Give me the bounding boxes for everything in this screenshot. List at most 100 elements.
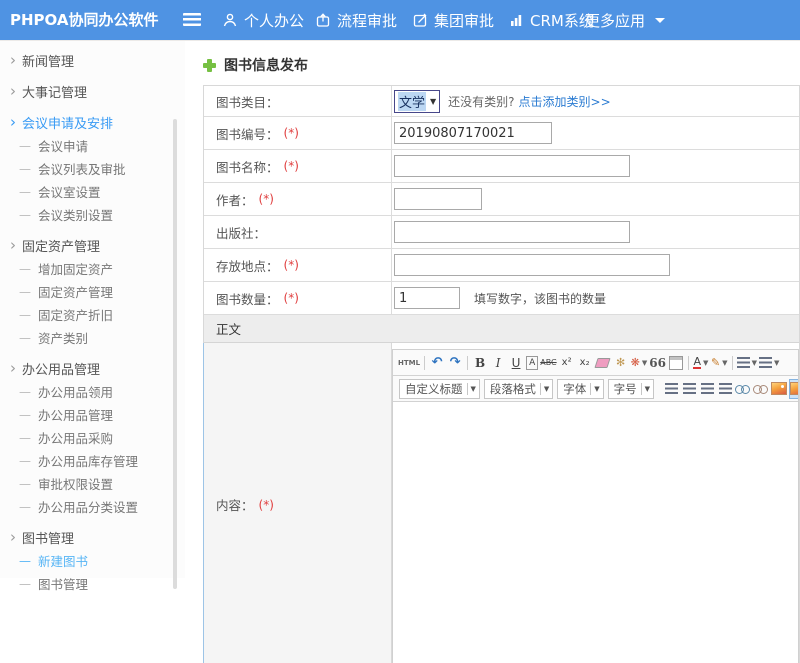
sidebar-item-meeting-apply[interactable]: 会议申请 [0, 134, 185, 157]
category-select[interactable]: 文学 ▼ [394, 90, 440, 113]
toolbar-separator [732, 356, 733, 370]
sidebar-item-supplies-manage[interactable]: 办公用品管理 [0, 403, 185, 426]
unordered-list-button[interactable]: ▼ [759, 354, 779, 372]
sidebar-item-supplies-category[interactable]: 办公用品分类设置 [0, 495, 185, 518]
sidebar-scrollbar[interactable] [173, 119, 177, 589]
sidebar-item-asset-manage[interactable]: 固定资产管理 [0, 280, 185, 303]
topmenu-workflow-approval[interactable]: 流程审批 [315, 0, 397, 40]
topmenu-crm[interactable]: CRM系统 [508, 0, 594, 40]
paste-button[interactable] [668, 354, 684, 372]
remove-link-button[interactable] [753, 380, 769, 398]
subscript-button[interactable]: x₂ [577, 354, 593, 372]
sidebar-item-supplies-inventory[interactable]: 办公用品库存管理 [0, 449, 185, 472]
dash-icon [19, 139, 31, 153]
blockquote-button[interactable]: 66 [649, 354, 666, 372]
add-category-link[interactable]: 点击添加类别>> [519, 93, 611, 110]
font-size-select[interactable]: 字号 ▼ [608, 379, 654, 399]
sidebar-item-asset-category[interactable]: 资产类别 [0, 326, 185, 349]
sidebar-group-books[interactable]: 图书管理 [0, 526, 185, 549]
paragraph-format-select[interactable]: 段落格式 ▼ [484, 379, 553, 399]
sidebar-item-meeting-category[interactable]: 会议类别设置 [0, 203, 185, 226]
align-right-button[interactable] [699, 380, 715, 398]
form-row-publisher: 出版社： [204, 216, 799, 249]
ordered-list-icon [737, 357, 750, 368]
sidebar-item-meeting-room[interactable]: 会议室设置 [0, 180, 185, 203]
bold-button[interactable]: B [472, 354, 488, 372]
insert-map-button[interactable] [789, 379, 798, 399]
custom-title-select[interactable]: 自定义标题 ▼ [399, 379, 480, 399]
align-left-button[interactable] [663, 380, 679, 398]
select-caret-icon: ▼ [430, 97, 436, 106]
align-justify-button[interactable] [717, 380, 733, 398]
auto-typeset-button[interactable]: ❋▼ [631, 354, 648, 372]
rich-text-editor: HTML ↶ ↷ B I U A ABC x² x₂ ✻ [392, 349, 799, 663]
superscript-button[interactable]: x² [559, 354, 575, 372]
sidebar-item-label: 办公用品采购 [38, 428, 113, 447]
undo-button[interactable]: ↶ [429, 354, 445, 372]
select-label: 字号 [614, 381, 637, 397]
sidebar-item-book-manage[interactable]: 图书管理 [0, 572, 185, 595]
quantity-input[interactable] [394, 287, 460, 309]
select-caret-icon: ▼ [641, 383, 653, 395]
font-border-button[interactable]: A [526, 356, 538, 370]
dash-icon [19, 185, 31, 199]
align-center-button[interactable] [681, 380, 697, 398]
sidebar-item-add-asset[interactable]: 增加固定资产 [0, 257, 185, 280]
sidebar-item-new-book[interactable]: 新建图书 [0, 549, 185, 572]
publisher-input[interactable] [394, 221, 630, 243]
insert-link-button[interactable] [735, 380, 751, 398]
category-selected-value: 文学 [398, 92, 426, 111]
font-family-select[interactable]: 字体 ▼ [557, 379, 603, 399]
user-icon [222, 12, 238, 28]
underline-button[interactable]: U [508, 354, 524, 372]
select-caret-icon: ▼ [540, 383, 552, 395]
category-hint: 还没有类别? [448, 93, 514, 110]
topmenu-more-apps[interactable]: 更多应用 [585, 0, 665, 40]
field-label: 图书数量： [216, 289, 279, 308]
insert-image-button[interactable] [771, 380, 787, 398]
format-clear-button[interactable]: ✻ [613, 354, 629, 372]
sidebar-group-meeting[interactable]: 会议申请及安排 [0, 111, 185, 134]
editor-toolbar-row1: HTML ↶ ↷ B I U A ABC x² x₂ ✻ [393, 350, 798, 376]
flow-icon [315, 12, 331, 28]
sidebar-item-meeting-list[interactable]: 会议列表及审批 [0, 157, 185, 180]
author-input[interactable] [394, 188, 482, 210]
required-mark: (*) [259, 498, 274, 512]
sidebar-group-label: 新闻管理 [22, 51, 74, 70]
topmenu-personal-office[interactable]: 个人办公 [222, 0, 304, 40]
image-icon [771, 382, 787, 395]
strikethrough-button[interactable]: ABC [540, 354, 556, 372]
field-label: 作者： [216, 190, 254, 209]
edit-icon [412, 12, 428, 28]
redo-button[interactable]: ↷ [447, 354, 463, 372]
section-title: 正文 [216, 319, 241, 338]
topmenu-group-approval[interactable]: 集团审批 [412, 0, 494, 40]
highlight-button[interactable]: ✎▼ [711, 354, 728, 372]
caret-down-icon: ▼ [774, 359, 779, 367]
sidebar-group-fixed-assets[interactable]: 固定资产管理 [0, 234, 185, 257]
required-mark: (*) [284, 258, 299, 272]
book-number-input[interactable] [394, 122, 552, 144]
sidebar-item-asset-depreciation[interactable]: 固定资产折旧 [0, 303, 185, 326]
eraser-button[interactable] [595, 354, 611, 372]
sidebar: 新闻管理 大事记管理 会议申请及安排 会议申请 会议列表及审批 会议室设置 会议… [0, 40, 185, 578]
sidebar-group-news[interactable]: 新闻管理 [0, 49, 185, 72]
select-caret-icon: ▼ [467, 383, 479, 395]
sidebar-item-supplies-purchase[interactable]: 办公用品采购 [0, 426, 185, 449]
font-color-button[interactable]: A▼ [693, 354, 709, 372]
location-input[interactable] [394, 254, 670, 276]
sidebar-group-office-supplies[interactable]: 办公用品管理 [0, 357, 185, 380]
italic-button[interactable]: I [490, 354, 506, 372]
chevron-right-icon [10, 84, 22, 99]
sidebar-item-approval-permission[interactable]: 审批权限设置 [0, 472, 185, 495]
sidebar-item-label: 会议申请 [38, 136, 88, 155]
align-right-icon [701, 383, 714, 394]
hamburger-menu-icon[interactable] [183, 13, 201, 26]
sidebar-group-memorabilia[interactable]: 大事记管理 [0, 80, 185, 103]
editor-canvas[interactable] [393, 402, 798, 663]
section-header-body: 正文 [204, 315, 799, 343]
book-name-input[interactable] [394, 155, 630, 177]
source-code-button[interactable]: HTML [398, 354, 420, 372]
sidebar-item-supplies-claim[interactable]: 办公用品领用 [0, 380, 185, 403]
ordered-list-button[interactable]: ▼ [737, 354, 757, 372]
